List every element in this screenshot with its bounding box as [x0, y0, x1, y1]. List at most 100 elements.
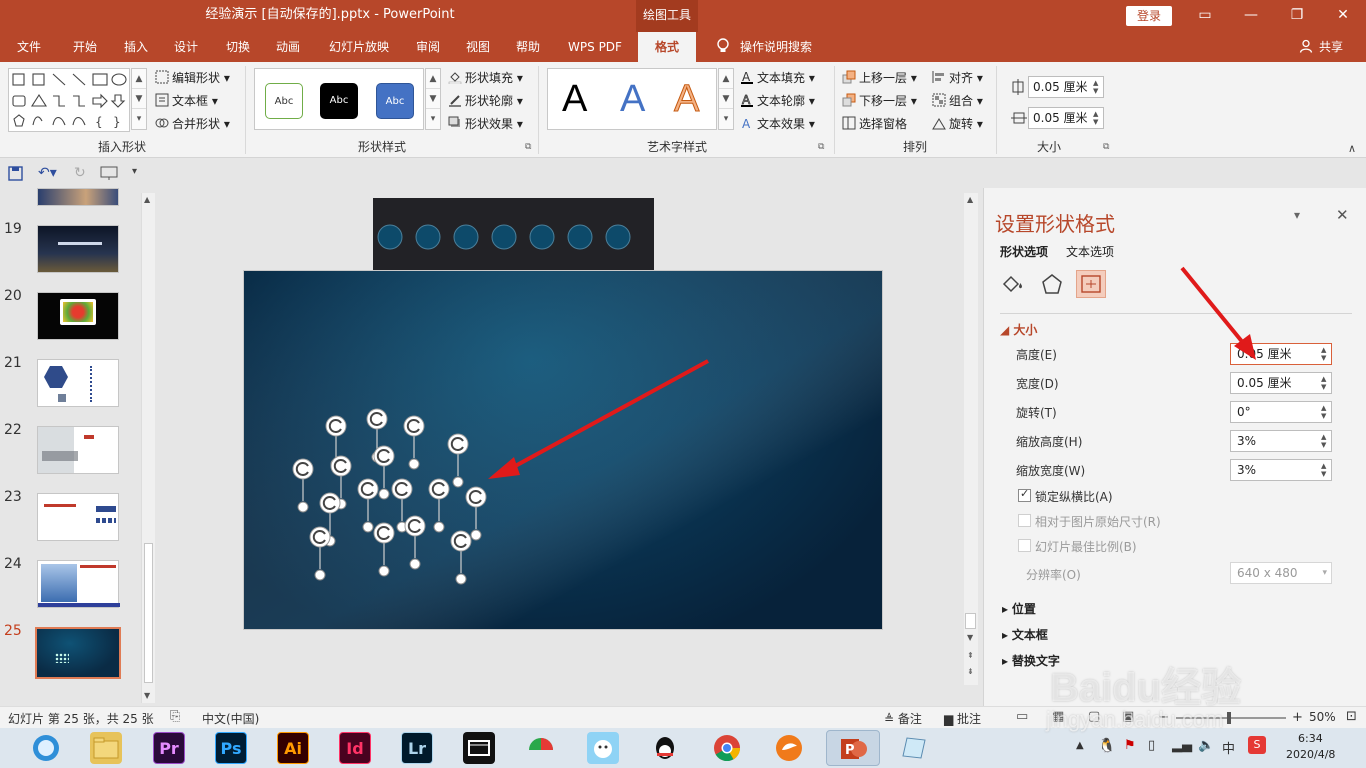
style-preset-black[interactable]: Abc [320, 83, 358, 119]
height-spinner[interactable]: ▲ ▼ [1321, 346, 1329, 362]
resize-handle[interactable] [433, 521, 445, 533]
bring-forward-button[interactable]: 上移一层 ▾ [842, 68, 917, 88]
section-size-header[interactable]: ◢ 大小 [1000, 321, 1037, 338]
tab-file[interactable]: 文件 [6, 32, 52, 62]
width-spinner[interactable]: ▲ ▼ [1321, 375, 1329, 391]
tray-qq-icon[interactable]: 🐧 [1098, 738, 1115, 754]
share-button[interactable]: 共享 [1314, 32, 1348, 62]
slide-thumbnail-25-selected[interactable] [35, 627, 121, 679]
tray-security-icon[interactable]: ⚑ [1124, 738, 1136, 753]
chat-bird-icon[interactable] [587, 732, 619, 764]
tab-shape-options[interactable]: 形状选项 [1000, 243, 1048, 260]
rotation-input[interactable]: 0° ▲ ▼ [1230, 401, 1332, 423]
fit-to-window-icon[interactable]: ⊡ [1346, 709, 1357, 724]
lightroom-icon[interactable]: Lr [401, 732, 433, 764]
sogou-ime-icon[interactable]: S [1248, 736, 1266, 754]
resize-handle[interactable] [378, 565, 390, 577]
slide-thumbnail-19[interactable] [37, 225, 119, 273]
scale-height-spinner[interactable]: ▲ ▼ [1321, 433, 1329, 449]
previous-slide-icon[interactable]: ⇞ [967, 651, 974, 660]
powerpoint-taskbar-button[interactable]: P [826, 730, 880, 766]
tab-design[interactable]: 设计 [164, 32, 208, 62]
off-slide-circle-strip[interactable] [373, 198, 654, 270]
ribbon-height-input[interactable]: 0.05 厘米 ▲ ▼ [1028, 76, 1104, 98]
bird-browser-icon[interactable] [773, 732, 805, 764]
tab-review[interactable]: 审阅 [406, 32, 450, 62]
group-button[interactable]: 组合 ▾ [932, 91, 983, 111]
save-icon[interactable] [8, 166, 23, 184]
wordart-preset-black[interactable]: A [562, 77, 587, 121]
zoom-slider-thumb[interactable] [1227, 712, 1231, 724]
resize-handle[interactable] [452, 476, 464, 488]
tell-me-search[interactable]: 操作说明搜索 [736, 32, 816, 62]
edit-shape-button[interactable]: 编辑形状 ▾ [155, 68, 230, 88]
ribbon-display-options-icon[interactable]: ▭ [1182, 0, 1228, 32]
text-box-button[interactable]: 文本框 ▾ [155, 91, 218, 111]
illustrator-icon[interactable]: Ai [277, 732, 309, 764]
tab-view[interactable]: 视图 [456, 32, 500, 62]
premiere-icon[interactable]: Pr [153, 732, 185, 764]
text-fill-button[interactable]: A 文本填充 ▾ [740, 68, 815, 88]
effects-pentagon-icon[interactable] [1040, 272, 1064, 299]
ime-indicator[interactable]: 中 [1222, 738, 1235, 757]
rotate-button[interactable]: 旋转 ▾ [932, 114, 983, 134]
notepad-icon[interactable] [897, 732, 929, 764]
text-outline-button[interactable]: A 文本轮廓 ▾ [740, 91, 815, 111]
tab-animations[interactable]: 动画 [266, 32, 310, 62]
restore-icon[interactable]: ❐ [1274, 0, 1320, 32]
clock-date[interactable]: 2020/4/8 [1286, 748, 1335, 761]
normal-view-icon[interactable]: ▭ [1016, 709, 1028, 724]
dialog-launcher-icon[interactable]: ⧉ [818, 142, 824, 152]
tray-usb-icon[interactable]: ▯ [1148, 738, 1155, 753]
style-preset-outline[interactable]: Abc [265, 83, 303, 119]
pane-options-icon[interactable]: ▾ [1294, 208, 1300, 222]
width-spinner[interactable]: ▲ ▼ [1093, 110, 1101, 126]
chrome-icon[interactable] [711, 732, 743, 764]
style-preset-blue[interactable]: Abc [376, 83, 414, 119]
spellcheck-icon[interactable]: ⎘ [170, 709, 180, 724]
rotation-spinner[interactable]: ▲ ▼ [1321, 404, 1329, 420]
scale-width-spinner[interactable]: ▲ ▼ [1321, 462, 1329, 478]
merge-shapes-button[interactable]: 合并形状 ▾ [155, 114, 230, 134]
notes-button[interactable]: ≜ 备注 [884, 710, 922, 727]
umbrella-app-icon[interactable] [525, 732, 557, 764]
resize-handle[interactable] [314, 569, 326, 581]
presentation-icon[interactable] [100, 165, 118, 184]
slide-thumbnail-24[interactable] [37, 560, 120, 608]
shape-fill-button[interactable]: 形状填充 ▾ [448, 68, 523, 88]
wordart-preset-orange[interactable]: A [673, 77, 699, 121]
fill-line-icon[interactable] [1000, 272, 1024, 299]
photoshop-icon[interactable]: Ps [215, 732, 247, 764]
login-button[interactable]: 登录 [1126, 6, 1172, 26]
height-spinner[interactable]: ▲ ▼ [1093, 79, 1101, 95]
tab-format[interactable]: 格式 [638, 32, 696, 62]
tab-help[interactable]: 帮助 [506, 32, 550, 62]
undo-icon[interactable]: ↶▾ [38, 165, 57, 181]
tab-insert[interactable]: 插入 [114, 32, 158, 62]
shape-gallery-scroll[interactable]: ▲ ▼ ▾ [131, 68, 147, 130]
section-textbox-header[interactable]: ▸ 文本框 [1002, 626, 1048, 643]
next-slide-icon[interactable]: ⇟ [967, 667, 974, 676]
send-backward-button[interactable]: 下移一层 ▾ [842, 91, 917, 111]
slide-thumbnail-18[interactable] [37, 188, 119, 206]
close-icon[interactable]: ✕ [1320, 0, 1366, 32]
qq-icon[interactable] [649, 732, 681, 764]
scale-width-input[interactable]: 3% ▲ ▼ [1230, 459, 1332, 481]
slide-thumbnail-20[interactable] [37, 292, 119, 340]
tray-expand-icon[interactable]: ▲ [1076, 740, 1084, 751]
clock-time[interactable]: 6:34 [1298, 732, 1323, 745]
resize-handle[interactable] [378, 488, 390, 500]
indesign-icon[interactable]: Id [339, 732, 371, 764]
resize-handle[interactable] [470, 529, 482, 541]
resize-handle[interactable] [297, 501, 309, 513]
browser-360-icon[interactable] [30, 732, 62, 764]
customize-qat-icon[interactable]: ▾ [132, 166, 137, 177]
volume-icon[interactable]: 🔈 [1198, 738, 1214, 753]
tab-slideshow[interactable]: 幻灯片放映 [322, 32, 396, 62]
tab-text-options[interactable]: 文本选项 [1066, 243, 1114, 260]
resize-handle[interactable] [362, 521, 374, 533]
tab-home[interactable]: 开始 [62, 32, 108, 62]
lock-aspect-checkbox[interactable]: ✓ [1018, 487, 1031, 502]
wordart-gallery[interactable]: A A A [547, 68, 717, 130]
language-indicator[interactable]: 中文(中国) [202, 710, 259, 727]
